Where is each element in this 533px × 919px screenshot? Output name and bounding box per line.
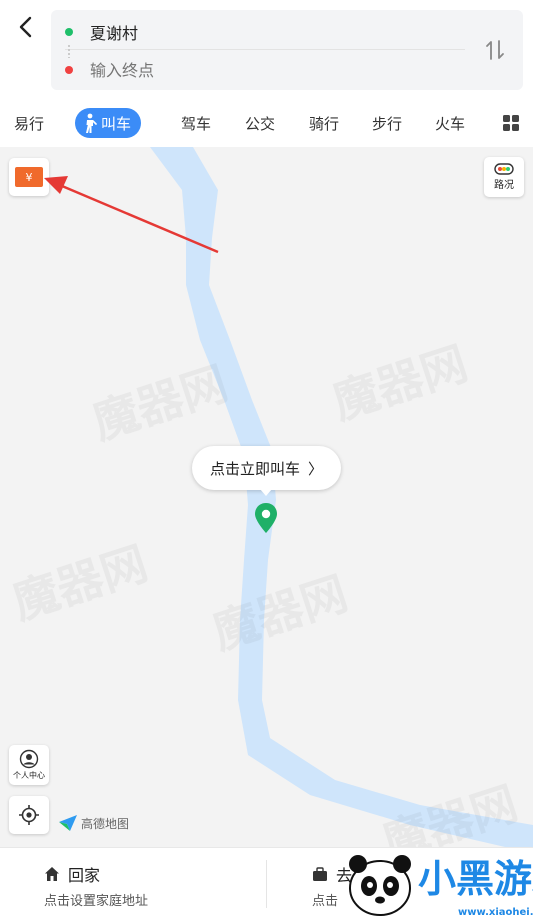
work-subtitle: 点击 <box>312 894 339 909</box>
end-point-row[interactable] <box>65 52 465 88</box>
tab-walk[interactable]: 步行 <box>372 108 402 138</box>
coupon-icon: ¥ <box>15 167 43 187</box>
home-subtitle: 点击设置家庭地址 <box>44 894 149 909</box>
chevron-right-icon: 〉 <box>308 459 324 478</box>
swap-route-button[interactable] <box>481 36 509 64</box>
crosshair-icon <box>19 805 39 825</box>
end-point-input[interactable] <box>90 60 390 80</box>
route-header: 夏谢村 易行 叫车 驾车 公交 骑行 步行 火车 <box>0 0 533 147</box>
tab-taxi[interactable]: 叫车 <box>75 108 142 138</box>
briefcase-icon <box>313 866 327 881</box>
xiaohei-watermark-logo: 小黑游戏 www.xiaohei.com <box>349 855 533 918</box>
chevron-left-icon <box>19 16 32 38</box>
start-point-text: 夏谢村 <box>90 23 139 43</box>
call-car-callout[interactable]: 点击立即叫车 〉 <box>192 446 341 496</box>
traffic-button[interactable]: 路况 <box>484 157 524 197</box>
back-button[interactable] <box>10 12 40 42</box>
transport-mode-tabs: 易行 叫车 驾车 公交 骑行 步行 火车 <box>0 104 533 142</box>
personal-center-label: 个人中心 <box>13 771 45 780</box>
start-dot-icon <box>65 27 73 36</box>
tab-easy-travel[interactable]: 易行 <box>14 108 44 138</box>
callout-text: 点击立即叫车 <box>209 459 300 478</box>
brand-url: www.xiaohei.com <box>458 907 533 918</box>
coupon-button[interactable]: ¥ <box>9 158 49 196</box>
tab-drive[interactable]: 驾车 <box>181 108 211 138</box>
more-modes-grid-icon[interactable] <box>503 115 519 131</box>
home-title: 回家 <box>68 866 101 885</box>
personal-center-button[interactable]: 个人中心 <box>9 745 49 785</box>
home-icon <box>45 867 59 881</box>
swap-icon <box>486 40 504 60</box>
tab-train[interactable]: 火车 <box>435 108 465 138</box>
amap-logo-icon <box>59 815 77 831</box>
tab-bus[interactable]: 公交 <box>245 108 275 138</box>
person-icon <box>86 113 97 133</box>
river-shape <box>150 147 533 847</box>
start-point-row[interactable]: 夏谢村 <box>65 14 465 50</box>
locate-button[interactable] <box>9 796 49 834</box>
tab-cycling[interactable]: 骑行 <box>309 108 339 138</box>
traffic-light-icon <box>494 163 514 175</box>
amap-logo: 高德地图 <box>58 814 129 832</box>
location-pin-icon <box>255 503 277 533</box>
home-shortcut[interactable]: 回家 点击设置家庭地址 <box>44 848 264 919</box>
map-area[interactable]: 魔器网 魔器网 魔器网 魔器网 魔器网 <box>0 147 533 847</box>
user-icon <box>19 749 39 769</box>
brand-name: 小黑游戏 <box>418 857 533 901</box>
traffic-label: 路况 <box>494 180 514 191</box>
end-dot-icon <box>65 66 73 74</box>
route-input-box: 夏谢村 <box>51 10 523 90</box>
divider <box>266 860 267 908</box>
